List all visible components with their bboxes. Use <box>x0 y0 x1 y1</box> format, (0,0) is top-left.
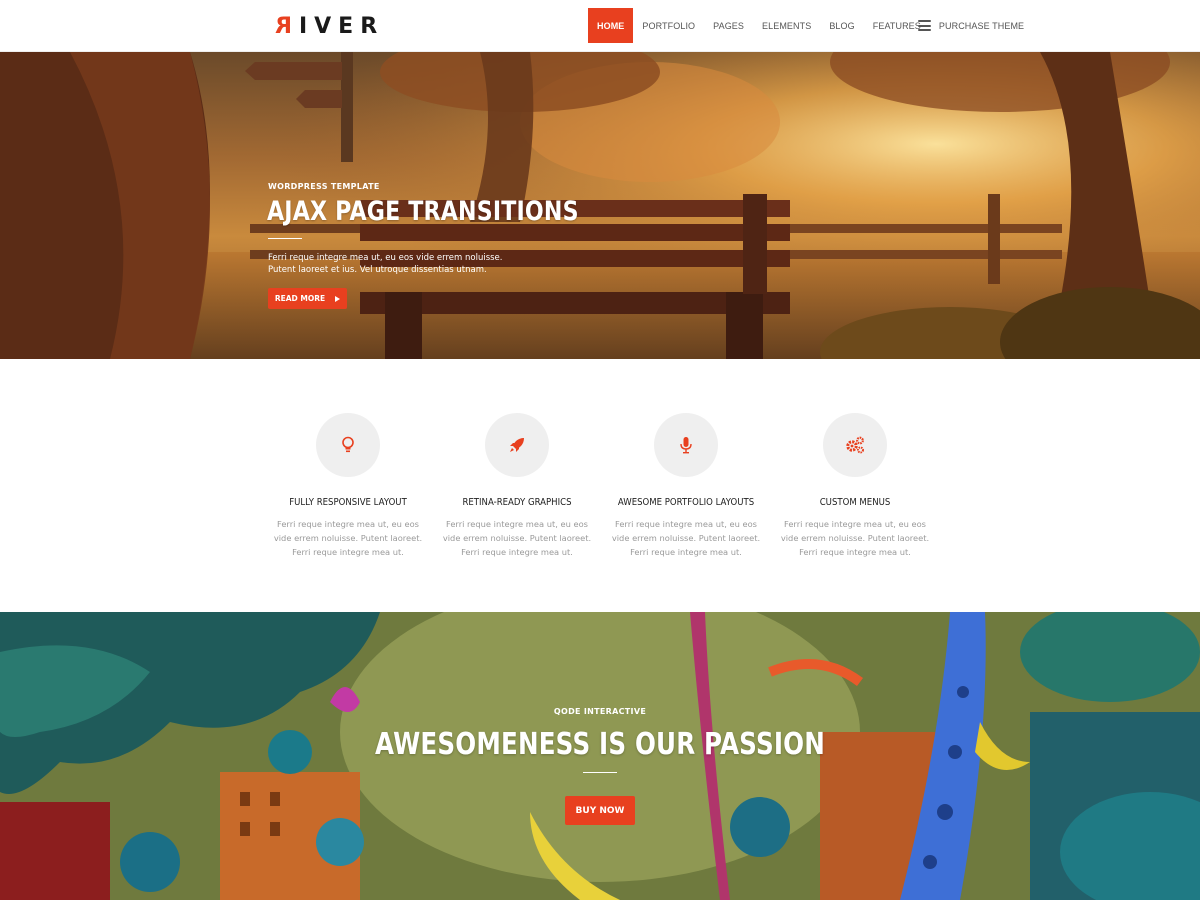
hero-description: Ferri reque integre mea ut, eu eos vide … <box>268 252 528 276</box>
feature-title: AWESOME PORTFOLIO LAYOUTS <box>617 497 755 508</box>
nav-item-pages[interactable]: PAGES <box>704 8 753 43</box>
nav-item-blog[interactable]: BLOG <box>820 8 863 43</box>
read-more-label: READ MORE <box>274 294 326 303</box>
read-more-button[interactable]: READ MORE <box>268 288 347 309</box>
lightbulb-icon <box>342 436 354 453</box>
banner-title: AWESOMENESS IS OUR PASSION <box>375 727 825 762</box>
banner-divider <box>583 772 617 773</box>
feature-text: Ferri reque integre mea ut, eu eos vide … <box>442 519 592 557</box>
nav-item-home[interactable]: HOME <box>588 8 634 43</box>
feature-icon-circle <box>823 413 887 477</box>
feature-icon-circle <box>654 413 718 477</box>
hamburger-menu-icon[interactable] <box>918 20 931 31</box>
nav-item-elements[interactable]: ELEMENTS <box>753 8 820 43</box>
logo-mirrored-letter: R <box>268 13 292 39</box>
site-logo[interactable]: R IVER <box>268 13 384 39</box>
banner-eyebrow: QODE INTERACTIVE <box>553 707 647 716</box>
features-section: FULLY RESPONSIVE LAYOUT Ferri reque inte… <box>0 359 1200 612</box>
rocket-icon <box>510 438 524 452</box>
play-arrow-icon <box>335 295 341 302</box>
microphone-icon <box>680 437 692 454</box>
hero-slider: WORDPRESS TEMPLATE AJAX PAGE TRANSITIONS… <box>0 52 1200 359</box>
hero-description-line2: Putent laoreet et ius. Vel utroque disse… <box>268 265 487 275</box>
feature-title: RETINA-READY GRAPHICS <box>462 497 572 508</box>
feature-icon-circle <box>485 413 549 477</box>
feature-title: CUSTOM MENUS <box>819 497 891 508</box>
hero-divider <box>268 238 302 239</box>
parallax-banner: QODE INTERACTIVE AWESOMENESS IS OUR PASS… <box>0 612 1200 900</box>
buy-now-button[interactable]: BUY NOW <box>565 796 635 825</box>
nav-item-portfolio[interactable]: PORTFOLIO <box>633 8 704 43</box>
gears-icon <box>846 436 864 454</box>
feature-text: Ferri reque integre mea ut, eu eos vide … <box>611 519 761 557</box>
feature-title: FULLY RESPONSIVE LAYOUT <box>289 497 407 508</box>
nav-item-purchase-theme[interactable]: PURCHASE THEME <box>930 8 1033 43</box>
feature-text: Ferri reque integre mea ut, eu eos vide … <box>273 519 423 557</box>
main-nav: HOME PORTFOLIO PAGES ELEMENTS BLOG FEATU… <box>588 8 1033 43</box>
feature-text: Ferri reque integre mea ut, eu eos vide … <box>780 519 930 557</box>
hero-background-image <box>0 52 1200 359</box>
hero-title: AJAX PAGE TRANSITIONS <box>267 196 579 227</box>
feature-icon-circle <box>316 413 380 477</box>
logo-text: IVER <box>298 13 385 39</box>
hero-description-line1: Ferri reque integre mea ut, eu eos vide … <box>268 253 503 263</box>
hero-eyebrow: WORDPRESS TEMPLATE <box>268 182 380 191</box>
site-header: R IVER HOME PORTFOLIO PAGES ELEMENTS BLOG… <box>0 0 1200 52</box>
